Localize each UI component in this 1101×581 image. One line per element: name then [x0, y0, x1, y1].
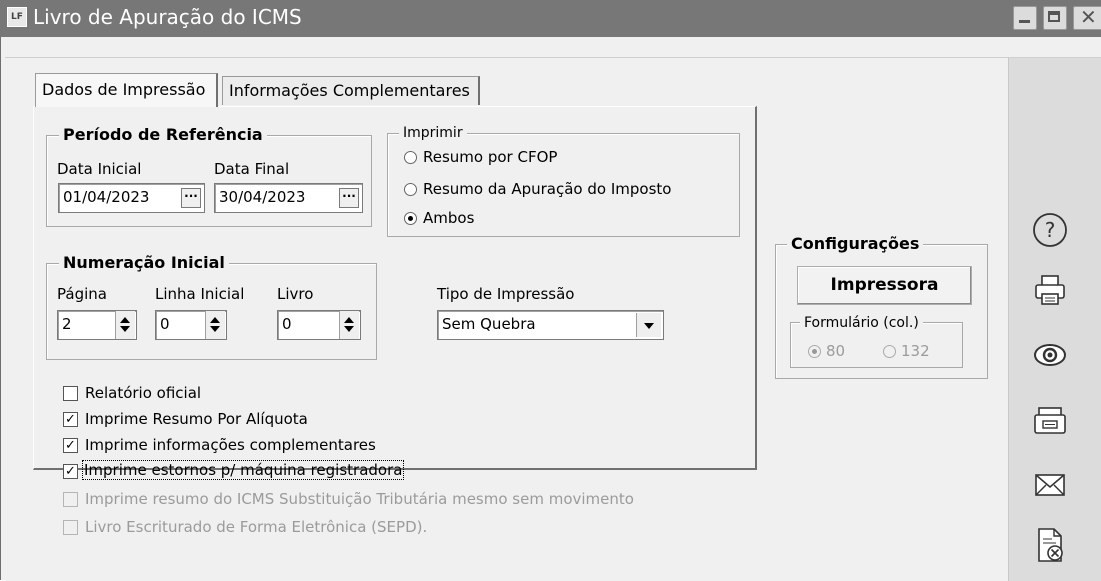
- tipo-impressao-value: Sem Quebra: [442, 315, 536, 333]
- numeracao-title: Numeração Inicial: [59, 254, 229, 272]
- checkbox-resumo-aliquota[interactable]: ✓ Imprime Resumo Por Alíquota: [59, 410, 409, 430]
- radio-label: 132: [901, 342, 930, 360]
- data-final-value: 30/04/2023: [219, 188, 306, 206]
- configuracoes-title: Configurações: [787, 235, 924, 253]
- svg-text:?: ?: [1045, 218, 1056, 242]
- close-button[interactable]: ✕: [1073, 5, 1101, 30]
- livro-spinner[interactable]: 0: [277, 310, 361, 340]
- checkbox-label: Imprime resumo do ICMS Substituição Trib…: [85, 490, 634, 508]
- data-final-field[interactable]: 30/04/2023 ···: [214, 183, 363, 213]
- dropdown-button[interactable]: [636, 313, 661, 337]
- radio-132: 132: [883, 342, 953, 362]
- window-title: Livro de Apuração do ICMS: [33, 5, 302, 29]
- radio-80: 80: [808, 342, 868, 362]
- tab-dados-impressao[interactable]: Dados de Impressão: [35, 73, 218, 107]
- checkbox-livro-eletronico: Livro Escriturado de Forma Eletrônica (S…: [59, 518, 479, 538]
- radio-label: 80: [826, 342, 846, 360]
- tipo-impressao-select[interactable]: Sem Quebra: [437, 310, 664, 340]
- radio-label: Resumo por CFOP: [423, 148, 558, 166]
- maximize-icon: [1048, 11, 1060, 22]
- pagina-spin-buttons[interactable]: [115, 311, 135, 339]
- checkbox-box-disabled: [63, 520, 78, 535]
- data-final-picker-button[interactable]: ···: [339, 188, 359, 208]
- linha-inicial-label: Linha Inicial: [155, 285, 245, 303]
- help-icon[interactable]: ?: [1030, 210, 1070, 250]
- tipo-impressao-label: Tipo de Impressão: [437, 285, 575, 303]
- radio-resumo-cfop[interactable]: Resumo por CFOP: [399, 148, 699, 170]
- chevron-down-icon: [644, 323, 654, 329]
- radio-label: Ambos: [423, 209, 475, 227]
- checkbox-box-checked[interactable]: ✓: [63, 412, 78, 427]
- radio-circle-disabled-selected: [808, 345, 821, 358]
- radio-ambos[interactable]: Ambos: [399, 209, 599, 231]
- radio-label: Resumo da Apuração do Imposto: [423, 180, 672, 198]
- radio-circle-selected[interactable]: [404, 212, 417, 225]
- radio-circle[interactable]: [404, 183, 417, 196]
- app-icon: LF: [7, 7, 27, 27]
- data-inicial-label: Data Inicial: [57, 160, 142, 178]
- checkbox-box-checked[interactable]: ✓: [63, 464, 78, 479]
- radio-circle-disabled: [883, 345, 896, 358]
- title-bar[interactable]: LF Livro de Apuração do ICMS ✕: [0, 0, 1101, 37]
- linha-inicial-spinner[interactable]: 0: [155, 310, 227, 340]
- minimize-icon: [1019, 20, 1030, 23]
- checkbox-estornos[interactable]: ✓ Imprime estornos p/ máquina registrado…: [59, 460, 439, 482]
- periodo-group: [46, 135, 372, 227]
- preview-eye-icon[interactable]: [1030, 335, 1070, 375]
- checkbox-label-focused: Imprime estornos p/ máquina registradora: [81, 460, 405, 480]
- checkbox-box-disabled: [63, 492, 78, 507]
- radio-resumo-apuracao[interactable]: Resumo da Apuração do Imposto: [399, 180, 719, 202]
- imprimir-title: Imprimir: [399, 124, 467, 142]
- close-icon: ✕: [1080, 5, 1097, 29]
- pagina-spinner[interactable]: 2: [57, 310, 137, 340]
- impressora-button[interactable]: Impressora: [797, 266, 972, 305]
- pagina-label: Página: [57, 285, 107, 303]
- data-inicial-field[interactable]: 01/04/2023 ···: [58, 183, 205, 213]
- checkbox-label: Relatório oficial: [85, 384, 202, 402]
- formulario-title: Formulário (col.): [800, 314, 923, 332]
- data-inicial-value: 01/04/2023: [63, 188, 150, 206]
- livro-spin-buttons[interactable]: [339, 311, 359, 339]
- radio-circle[interactable]: [404, 151, 417, 164]
- fax-icon[interactable]: [1030, 400, 1070, 440]
- checkbox-relatorio-oficial[interactable]: Relatório oficial: [59, 384, 359, 404]
- minimize-button[interactable]: [1013, 6, 1037, 30]
- checkbox-resumo-st: Imprime resumo do ICMS Substituição Trib…: [59, 490, 679, 510]
- checkbox-label: Imprime Resumo Por Alíquota: [85, 410, 308, 428]
- printer-icon[interactable]: [1030, 270, 1070, 310]
- linha-spin-buttons[interactable]: [205, 311, 225, 339]
- livro-value: 0: [282, 315, 292, 333]
- checkbox-box[interactable]: [63, 386, 78, 401]
- email-envelope-icon[interactable]: [1030, 465, 1070, 505]
- checkbox-label: Livro Escriturado de Forma Eletrônica (S…: [85, 518, 428, 536]
- tab-informacoes-complementares[interactable]: Informações Complementares: [222, 76, 480, 105]
- cancel-document-icon[interactable]: [1030, 525, 1070, 565]
- livro-label: Livro: [277, 285, 314, 303]
- checkbox-info-complementares[interactable]: ✓ Imprime informações complementares: [59, 436, 409, 456]
- pagina-value: 2: [62, 315, 72, 333]
- checkbox-box-checked[interactable]: ✓: [63, 438, 78, 453]
- data-final-label: Data Final: [214, 160, 290, 178]
- maximize-button[interactable]: [1043, 6, 1067, 30]
- periodo-title: Período de Referência: [59, 126, 267, 144]
- data-inicial-picker-button[interactable]: ···: [181, 188, 201, 208]
- linha-inicial-value: 0: [160, 315, 170, 333]
- checkbox-label: Imprime informações complementares: [85, 436, 376, 454]
